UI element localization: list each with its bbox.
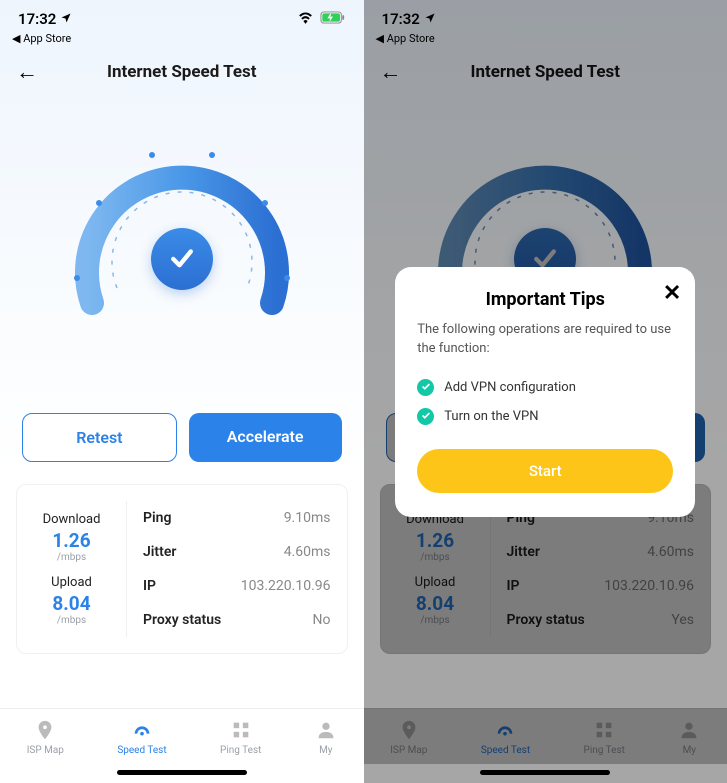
upload-value: 8.04 (51, 592, 92, 615)
check-icon (151, 228, 213, 290)
home-indicator[interactable] (117, 770, 247, 775)
ping-test-icon (230, 719, 252, 741)
screen-left: 17:32 ◀ App Store ← Internet Speed Test (0, 0, 364, 783)
status-time: 17:32 (18, 10, 56, 28)
tab-speed-test[interactable]: Speed Test (117, 719, 166, 756)
header: ← Internet Speed Test (0, 49, 364, 93)
proxy-value: No (313, 612, 331, 628)
battery-icon (320, 10, 346, 28)
speed-gauge (0, 93, 364, 353)
close-icon[interactable]: ✕ (663, 281, 681, 306)
accelerate-button[interactable]: Accelerate (189, 413, 342, 462)
jitter-label: Jitter (143, 544, 176, 560)
my-icon (315, 719, 337, 741)
modal-title: Important Tips (417, 289, 673, 310)
modal-item-vpn-config: Add VPN configuration (417, 373, 673, 402)
status-bar: 17:32 (0, 0, 364, 32)
download-unit: /mbps (43, 552, 101, 563)
tabbar: ISP Map Speed Test Ping Test My (0, 708, 364, 764)
download-value: 1.26 (43, 529, 101, 552)
retest-button[interactable]: Retest (22, 413, 177, 462)
stats-card: Download 1.26 /mbps Upload 8.04 /mbps Pi… (16, 484, 348, 654)
download-label: Download (43, 512, 101, 527)
screen-right: 17:32 ◀ App Store ← Internet Speed Test … (364, 0, 727, 783)
important-tips-modal: ✕ Important Tips The following operation… (395, 267, 695, 517)
proxy-label: Proxy status (143, 612, 221, 628)
modal-description: The following operations are required to… (417, 320, 673, 359)
upload-unit: /mbps (51, 615, 92, 626)
tab-isp-map[interactable]: ISP Map (27, 719, 64, 756)
wifi-icon (297, 10, 314, 28)
tab-my[interactable]: My (315, 719, 337, 756)
upload-label: Upload (51, 575, 92, 590)
start-button[interactable]: Start (417, 449, 673, 493)
check-icon (417, 379, 434, 396)
ip-label: IP (143, 578, 156, 594)
ping-label: Ping (143, 510, 171, 526)
tab-ping-test[interactable]: Ping Test (220, 719, 261, 756)
isp-map-icon (34, 719, 56, 741)
ping-value: 9.10ms (284, 510, 331, 526)
page-title: Internet Speed Test (16, 62, 348, 82)
modal-item-turn-on-vpn: Turn on the VPN (417, 402, 673, 431)
check-icon (417, 408, 434, 425)
speed-test-icon (131, 719, 153, 741)
modal-overlay[interactable]: ✕ Important Tips The following operation… (364, 0, 727, 783)
back-to-appstore[interactable]: ◀ App Store (0, 32, 364, 49)
ip-value: 103.220.10.96 (241, 578, 331, 594)
location-icon (60, 10, 72, 28)
jitter-value: 4.60ms (284, 544, 331, 560)
